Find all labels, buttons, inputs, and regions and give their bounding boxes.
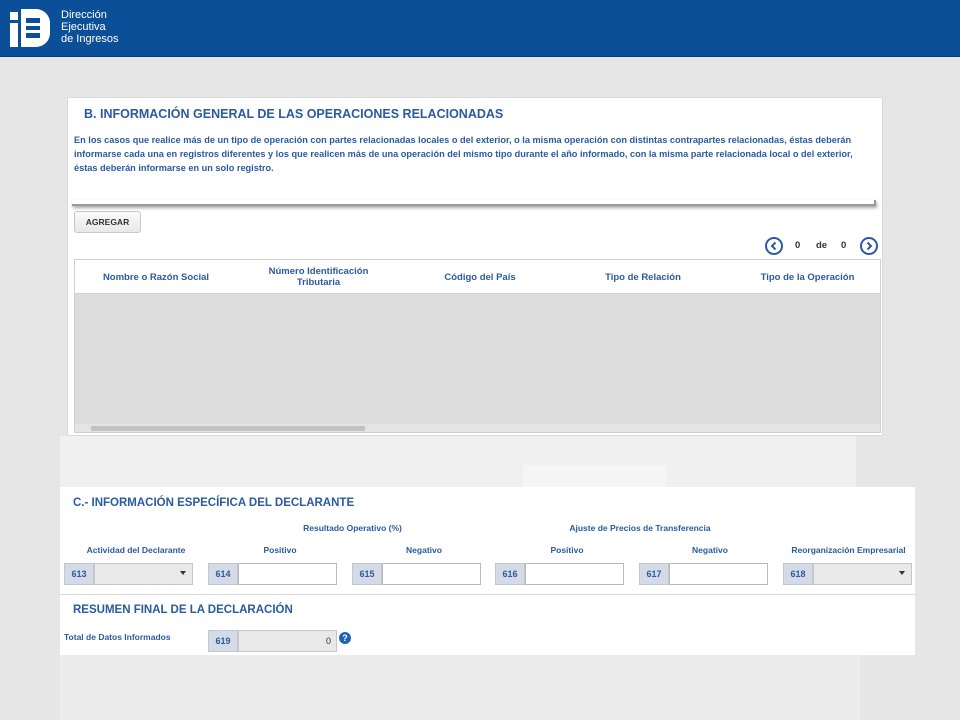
resumen-title: RESUMEN FINAL DE LA DECLARACIÓN <box>73 604 293 616</box>
logo-wordmark: Dirección Ejecutiva de Ingresos <box>61 9 118 45</box>
field-614: 614 <box>208 563 337 585</box>
reorganizacion-select[interactable] <box>813 563 912 585</box>
pager-total: 0 <box>841 240 847 251</box>
label-negativo-resultado: Negativo <box>406 545 442 555</box>
label-positivo-ajuste: Positivo <box>550 545 584 555</box>
column-header-nit[interactable]: Número Identificación Tributaria <box>251 260 386 294</box>
resultado-negativo-input[interactable] <box>382 563 481 585</box>
column-header-nombre[interactable]: Nombre o Razón Social <box>85 260 227 294</box>
table-header: Nombre o Razón Social Número Identificac… <box>75 260 880 294</box>
field-code-618: 618 <box>783 563 813 585</box>
section-c-title: C.- INFORMACIÓN ESPECÍFICA DEL DECLARANT… <box>73 497 355 509</box>
label-positivo-resultado: Positivo <box>263 545 297 555</box>
section-b-title: B. INFORMACIÓN GENERAL DE LAS OPERACIONE… <box>84 107 504 121</box>
section-b-description: En los casos que realice más de un tipo … <box>74 135 853 173</box>
field-code-617: 617 <box>639 563 669 585</box>
app-header: Dirección Ejecutiva de Ingresos <box>0 0 960 57</box>
field-618: 618 <box>783 563 912 585</box>
next-page-icon[interactable] <box>860 237 878 255</box>
field-code-616: 616 <box>495 563 525 585</box>
pager-current: 0 <box>795 240 801 251</box>
ajuste-negativo-input[interactable] <box>669 563 768 585</box>
dei-logo-icon <box>10 9 50 47</box>
field-code-613: 613 <box>64 563 94 585</box>
column-header-pais[interactable]: Código del País <box>415 260 545 294</box>
logo-line-1: Dirección <box>61 9 107 21</box>
total-value: 0 <box>238 630 337 652</box>
pager: 0 de 0 <box>765 236 880 256</box>
label-actividad: Actividad del Declarante <box>86 545 186 555</box>
column-header-relacion[interactable]: Tipo de Relación <box>578 260 708 294</box>
group-label-resultado: Resultado Operativo (%) <box>303 523 402 533</box>
field-616: 616 <box>495 563 624 585</box>
background-block <box>60 655 860 720</box>
field-613: 613 <box>64 563 193 585</box>
field-617: 617 <box>639 563 768 585</box>
resultado-positivo-input[interactable] <box>238 563 337 585</box>
logo-line-3: de Ingresos <box>61 33 119 45</box>
total-label: Total de Datos Informados <box>64 632 171 642</box>
section-c-panel: C.- INFORMACIÓN ESPECÍFICA DEL DECLARANT… <box>60 487 915 655</box>
logo-line-2: Ejecutiva <box>61 21 106 33</box>
horizontal-scrollbar[interactable] <box>75 424 880 432</box>
previous-page-icon[interactable] <box>765 237 783 255</box>
ajuste-positivo-input[interactable] <box>525 563 624 585</box>
label-negativo-ajuste: Negativo <box>692 545 728 555</box>
operations-table: Nombre o Razón Social Número Identificac… <box>74 259 881 433</box>
actividad-select[interactable] <box>94 563 193 585</box>
section-b-panel: B. INFORMACIÓN GENERAL DE LAS OPERACIONE… <box>67 97 883 436</box>
description-divider <box>72 200 876 206</box>
add-button[interactable]: AGREGAR <box>74 211 141 233</box>
help-icon[interactable]: ? <box>339 632 351 644</box>
label-reorganizacion: Reorganización Empresarial <box>791 545 906 555</box>
field-code-619: 619 <box>208 630 238 652</box>
field-code-615: 615 <box>352 563 382 585</box>
field-code-614: 614 <box>208 563 238 585</box>
chevron-down-icon <box>180 571 186 575</box>
group-label-ajuste: Ajuste de Precios de Transferencia <box>569 523 711 533</box>
field-619: 619 0 <box>208 630 337 652</box>
chevron-down-icon <box>899 571 905 575</box>
field-615: 615 <box>352 563 481 585</box>
pager-separator: de <box>816 240 828 251</box>
section-divider <box>60 594 915 595</box>
scrollbar-thumb[interactable] <box>91 426 365 431</box>
column-header-operacion[interactable]: Tipo de la Operación <box>740 260 875 294</box>
